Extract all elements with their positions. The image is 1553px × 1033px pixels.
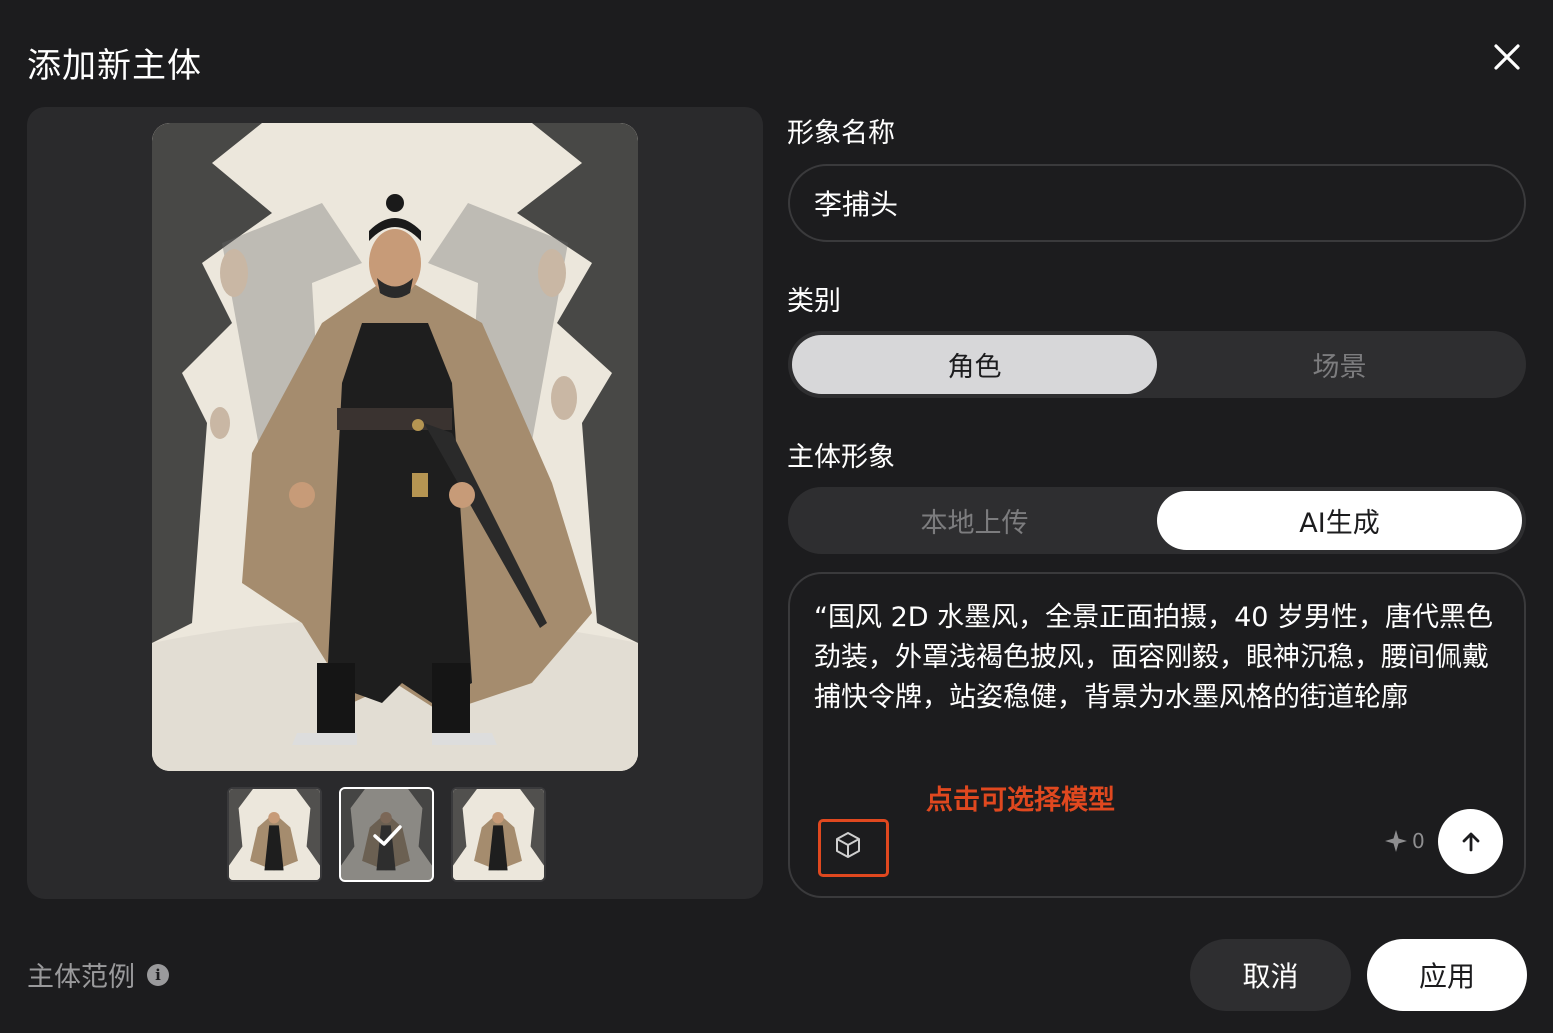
send-button[interactable] — [1438, 809, 1503, 874]
name-label: 形象名称 — [787, 118, 895, 149]
dialog-title: 添加新主体 — [27, 46, 202, 86]
checkmark-icon — [372, 824, 402, 846]
source-option-local-upload[interactable]: 本地上传 — [792, 491, 1157, 550]
category-label: 类别 — [787, 286, 841, 317]
cancel-button[interactable]: 取消 — [1190, 939, 1351, 1011]
thumbnail-strip — [227, 787, 546, 882]
model-hint: 点击可选择模型 — [926, 785, 1115, 816]
info-icon[interactable]: i — [147, 963, 169, 986]
close-icon[interactable] — [1486, 36, 1528, 78]
preview-panel — [27, 107, 763, 899]
category-option-character[interactable]: 角色 — [792, 335, 1157, 394]
examples-label: 主体范例 — [27, 962, 135, 993]
sparkle-icon — [1385, 830, 1407, 852]
name-input[interactable]: 李捕头 — [788, 164, 1526, 242]
thumbnail-2[interactable] — [339, 787, 434, 882]
selected-overlay — [341, 789, 432, 880]
subject-examples[interactable]: 主体范例 i — [27, 955, 169, 994]
cube-icon — [836, 832, 860, 858]
category-option-scene[interactable]: 场景 — [1157, 335, 1522, 394]
subject-source-toggle: 本地上传 AI生成 — [788, 487, 1526, 554]
add-subject-dialog: 添加新主体 形象名称 李捕头 类别 角色 场景 主体形象 本地上传 AI生成 “… — [0, 0, 1553, 1033]
prompt-textarea[interactable]: “国风 2D 水墨风，全景正面拍摄，40 岁男性，唐代黑色劲装，外罩浅褐色披风，… — [788, 572, 1526, 898]
thumbnail-3[interactable] — [451, 787, 546, 882]
thumbnail-1[interactable] — [227, 787, 322, 882]
main-preview-image — [152, 123, 638, 771]
prompt-text[interactable]: “国风 2D 水墨风，全景正面拍摄，40 岁男性，唐代黑色劲装，外罩浅褐色披风，… — [814, 598, 1504, 718]
credits-indicator: 0 — [1384, 829, 1425, 853]
category-toggle: 角色 场景 — [788, 331, 1526, 398]
subject-label: 主体形象 — [787, 442, 895, 473]
model-select-button[interactable] — [818, 819, 889, 877]
source-option-ai-generate[interactable]: AI生成 — [1157, 491, 1522, 550]
apply-button[interactable]: 应用 — [1367, 939, 1527, 1011]
credits-count: 0 — [1412, 829, 1425, 853]
arrow-up-icon — [1462, 832, 1479, 851]
